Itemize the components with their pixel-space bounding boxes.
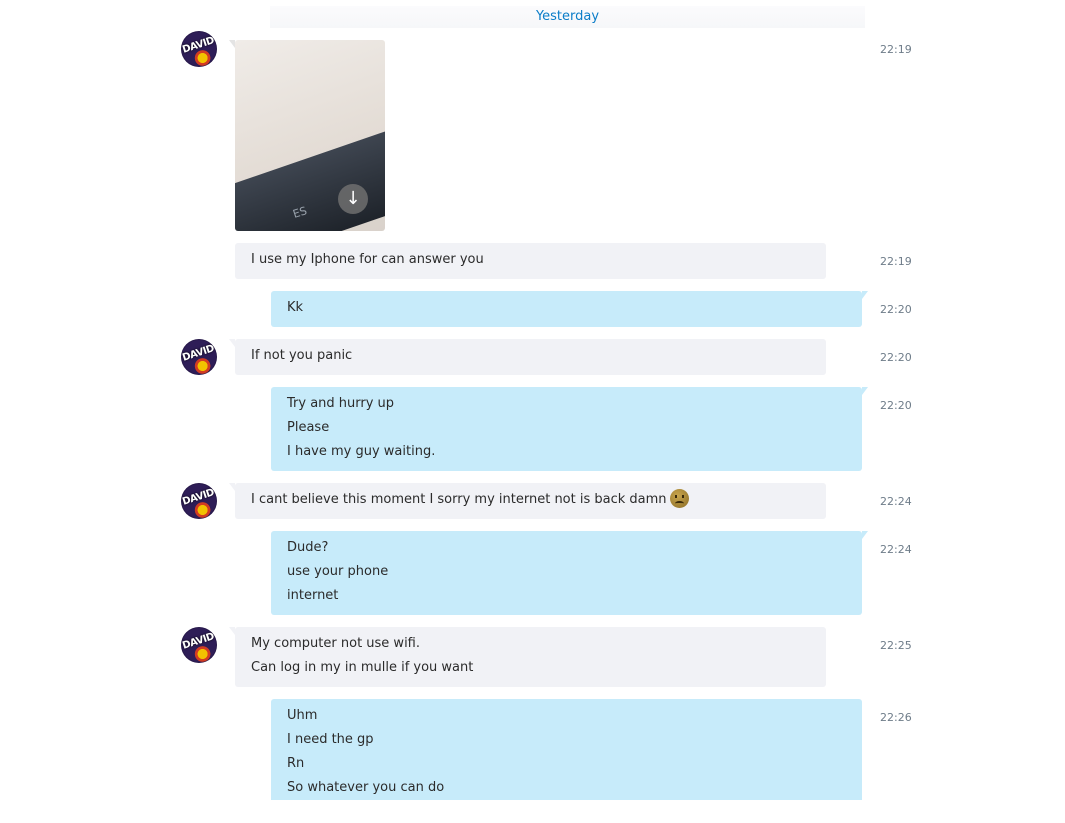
avatar[interactable]: DAVID xyxy=(181,31,217,67)
message-text: Try and hurry up xyxy=(287,396,395,411)
timestamp: 22:20 xyxy=(880,351,912,364)
message-bubble-outgoing[interactable]: Dude? use your phone internet xyxy=(271,531,868,615)
message-bubble-incoming[interactable]: My computer not use wifi. Can log in my … xyxy=(229,627,826,687)
timestamp: 22:24 xyxy=(880,543,912,556)
timestamp: 22:19 xyxy=(880,255,912,268)
message-bubble-incoming[interactable]: I cant believe this moment I sorry my in… xyxy=(229,483,826,519)
sad-face-emoji-icon xyxy=(669,489,689,508)
message-text: I cant believe this moment I sorry my in… xyxy=(251,492,667,507)
message-text: Please xyxy=(287,420,330,435)
avatar[interactable]: DAVID xyxy=(181,339,217,375)
message-text-row: I cant believe this moment I sorry my in… xyxy=(251,488,810,512)
message-text: If not you panic xyxy=(251,348,353,363)
avatar[interactable]: DAVID xyxy=(181,483,217,519)
avatar-label: DAVID xyxy=(181,487,216,508)
photo-attachment[interactable]: ES ↓ xyxy=(235,40,385,231)
avatar[interactable]: DAVID xyxy=(181,627,217,663)
message-text: I need the gp xyxy=(287,732,374,747)
message-bubble-outgoing[interactable]: Uhm I need the gp Rn So whatever you can… xyxy=(271,699,862,800)
message-bubble-incoming[interactable]: I use my Iphone for can answer you xyxy=(235,243,826,279)
timestamp: 22:19 xyxy=(880,43,912,56)
message-text: I use my Iphone for can answer you xyxy=(251,252,484,267)
timestamp: 22:26 xyxy=(880,711,912,724)
date-divider: Yesterday xyxy=(270,6,865,28)
download-icon[interactable]: ↓ xyxy=(338,184,368,214)
message-text: internet xyxy=(287,588,339,603)
message-text: So whatever you can do xyxy=(287,780,445,795)
avatar-label: DAVID xyxy=(181,631,216,652)
message-bubble-outgoing[interactable]: Try and hurry up Please I have my guy wa… xyxy=(271,387,868,471)
message-text: I have my guy waiting. xyxy=(287,444,436,459)
message-text: My computer not use wifi. xyxy=(251,636,420,651)
timestamp: 22:25 xyxy=(880,639,912,652)
message-text: Uhm xyxy=(287,708,318,723)
message-bubble-incoming[interactable]: If not you panic xyxy=(229,339,826,375)
message-text: Rn xyxy=(287,756,305,771)
message-text: Dude? xyxy=(287,540,329,555)
message-text: Can log in my in mulle if you want xyxy=(251,660,474,675)
timestamp: 22:20 xyxy=(880,399,912,412)
avatar-label: DAVID xyxy=(181,35,216,56)
timestamp: 22:24 xyxy=(880,495,912,508)
message-text: Kk xyxy=(287,300,304,315)
photo-laptop-edge xyxy=(235,118,385,231)
message-bubble-outgoing[interactable]: Kk xyxy=(271,291,868,327)
timestamp: 22:20 xyxy=(880,303,912,316)
message-text: use your phone xyxy=(287,564,389,579)
avatar-label: DAVID xyxy=(181,343,216,364)
